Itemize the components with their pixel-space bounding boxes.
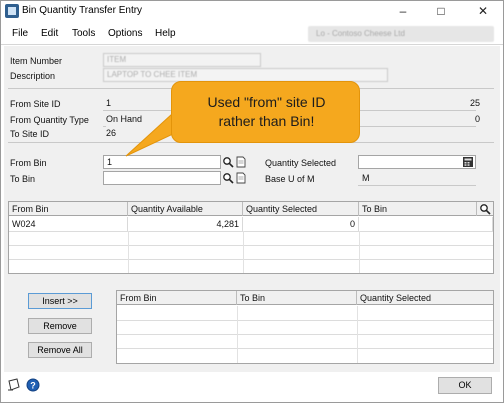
from-bin-label: From Bin [10,158,47,168]
selected-transfers-grid: From Bin To Bin Quantity Selected [116,290,494,364]
note-icon[interactable] [7,378,21,392]
row-divider [117,348,493,349]
item-number-label: Item Number [10,56,63,66]
from-quantity-type-label: From Quantity Type [10,115,89,125]
window-title: Bin Quantity Transfer Entry [22,5,143,16]
column-divider [357,306,358,363]
ok-button[interactable]: OK [438,377,492,394]
menu-tools[interactable]: Tools [72,28,95,39]
row-divider [117,334,493,335]
column-header-quantity-available[interactable]: Quantity Available [128,202,243,216]
description-field: LAPTOP TO CHEE ITEM [103,68,388,82]
item-number-field[interactable]: ITEM [103,53,261,67]
note-page-icon[interactable] [235,172,247,184]
column-divider [237,306,238,363]
insert-button[interactable]: Insert >> [28,293,92,309]
base-uom-label: Base U of M [265,174,315,184]
description-label: Description [10,71,56,81]
grid-header: From Bin To Bin Quantity Selected [117,291,493,305]
menu-file[interactable]: File [12,28,28,39]
svg-text:?: ? [30,381,36,391]
remove-all-button[interactable]: Remove All [28,342,92,358]
note-page-icon[interactable] [235,156,247,168]
cell-to-bin[interactable] [359,217,493,231]
close-button[interactable]: ✕ [468,2,498,20]
from-quantity-type-right-value: 0 [460,112,480,126]
from-site-id-value: 1 [106,96,166,110]
menu-edit[interactable]: Edit [41,28,58,39]
cell-quantity-selected[interactable]: 0 [243,217,359,231]
callout-line: rather than Bin! [218,113,315,129]
grid-lookup-icon[interactable] [479,203,491,215]
from-site-id-label: From Site ID [10,99,61,109]
row-divider [9,259,493,260]
column-header-from-bin[interactable]: From Bin [9,202,128,216]
from-site-id-right-value: 25 [460,96,480,110]
column-divider [128,231,129,273]
to-site-id-label: To Site ID [10,129,50,139]
status-bar [1,372,503,402]
lookup-magnifier-icon[interactable] [222,172,234,184]
available-bins-grid: From Bin Quantity Available Quantity Sel… [8,201,494,274]
remove-button[interactable]: Remove [28,318,92,334]
divider [358,110,476,111]
column-header-to-bin[interactable]: To Bin [237,291,357,305]
quantity-selected-field[interactable] [358,155,476,169]
grid-header: From Bin Quantity Available Quantity Sel… [9,202,493,216]
divider [358,126,476,127]
table-row[interactable]: W024 4,281 0 [9,217,493,231]
row-divider [9,231,493,232]
column-divider [243,231,244,273]
divider [358,185,476,186]
company-context-field: Lo - Contoso Cheese Ltd [308,26,494,42]
base-uom-value: M [362,171,402,185]
lookup-magnifier-icon[interactable] [222,156,234,168]
column-header-quantity-selected[interactable]: Quantity Selected [357,291,493,305]
menu-help[interactable]: Help [155,28,176,39]
row-divider [117,320,493,321]
maximize-button[interactable]: □ [426,2,456,20]
column-divider [359,231,360,273]
cell-from-bin[interactable]: W024 [9,217,128,231]
column-header-quantity-selected[interactable]: Quantity Selected [243,202,359,216]
column-header-from-bin[interactable]: From Bin [117,291,237,305]
to-bin-field[interactable] [103,171,221,185]
callout-text: Used "from" site ID rather than Bin! [172,93,361,131]
app-icon [5,4,19,18]
to-bin-label: To Bin [10,174,36,184]
help-icon[interactable]: ? [26,378,40,392]
menu-options[interactable]: Options [108,28,142,39]
calculator-icon[interactable] [462,156,474,168]
minimize-button[interactable]: – [388,2,418,20]
callout-line: Used "from" site ID [207,94,326,110]
row-divider [9,245,493,246]
quantity-selected-label: Quantity Selected [265,158,337,168]
cell-quantity-available[interactable]: 4,281 [128,217,243,231]
callout-bubble: Used "from" site ID rather than Bin! [171,81,360,143]
column-header-to-bin[interactable]: To Bin [359,202,477,216]
